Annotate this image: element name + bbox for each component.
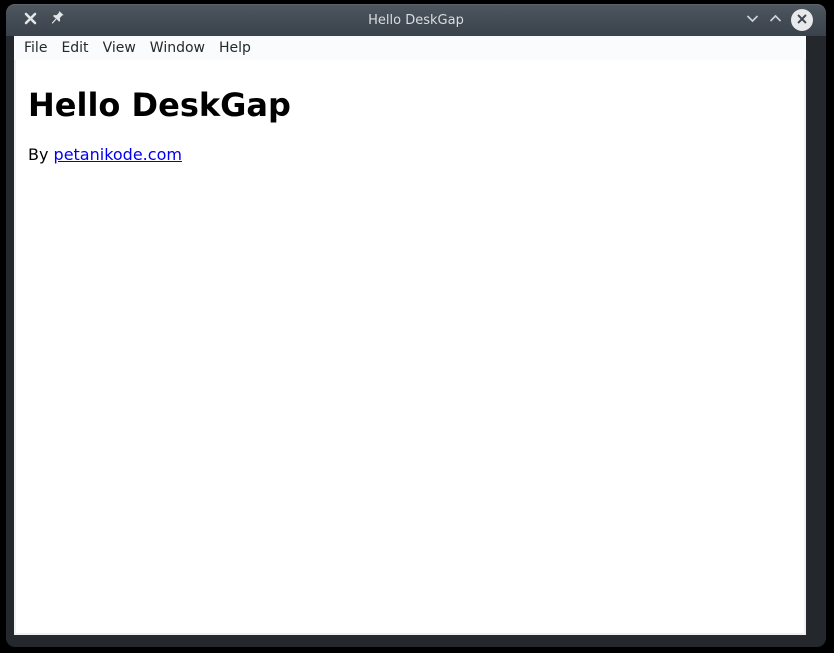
page-content: Hello DeskGap By petanikode.com (14, 60, 806, 184)
byline-prefix: By (28, 145, 54, 164)
close-button[interactable] (791, 9, 813, 31)
pin-button[interactable] (48, 10, 65, 30)
byline: By petanikode.com (28, 145, 794, 164)
menu-item-help[interactable]: Help (212, 38, 258, 58)
client-area: File Edit View Window Help Hello DeskGap… (14, 36, 806, 635)
menu-item-edit[interactable]: Edit (54, 38, 95, 58)
titlebar-right-controls (745, 4, 813, 36)
menu-bar: File Edit View Window Help (14, 36, 806, 60)
minimize-button[interactable] (745, 11, 760, 29)
desktop-background: Hello DeskGap (0, 0, 834, 653)
titlebar-left-controls (23, 4, 65, 36)
page-heading: Hello DeskGap (28, 86, 794, 124)
chevron-down-icon (745, 11, 760, 29)
menu-item-window[interactable]: Window (143, 38, 212, 58)
close-circle-x-icon (796, 13, 808, 28)
close-x-icon (23, 11, 38, 29)
petanikode-link[interactable]: petanikode.com (54, 145, 182, 164)
window-title: Hello DeskGap (6, 4, 826, 36)
titlebar[interactable]: Hello DeskGap (6, 4, 826, 36)
menu-item-file[interactable]: File (17, 38, 54, 58)
app-window: Hello DeskGap (6, 4, 826, 647)
close-window-button-left[interactable] (23, 11, 38, 29)
chevron-up-icon (768, 11, 783, 29)
maximize-button[interactable] (768, 11, 783, 29)
menu-item-view[interactable]: View (96, 38, 143, 58)
pin-icon (48, 10, 65, 30)
